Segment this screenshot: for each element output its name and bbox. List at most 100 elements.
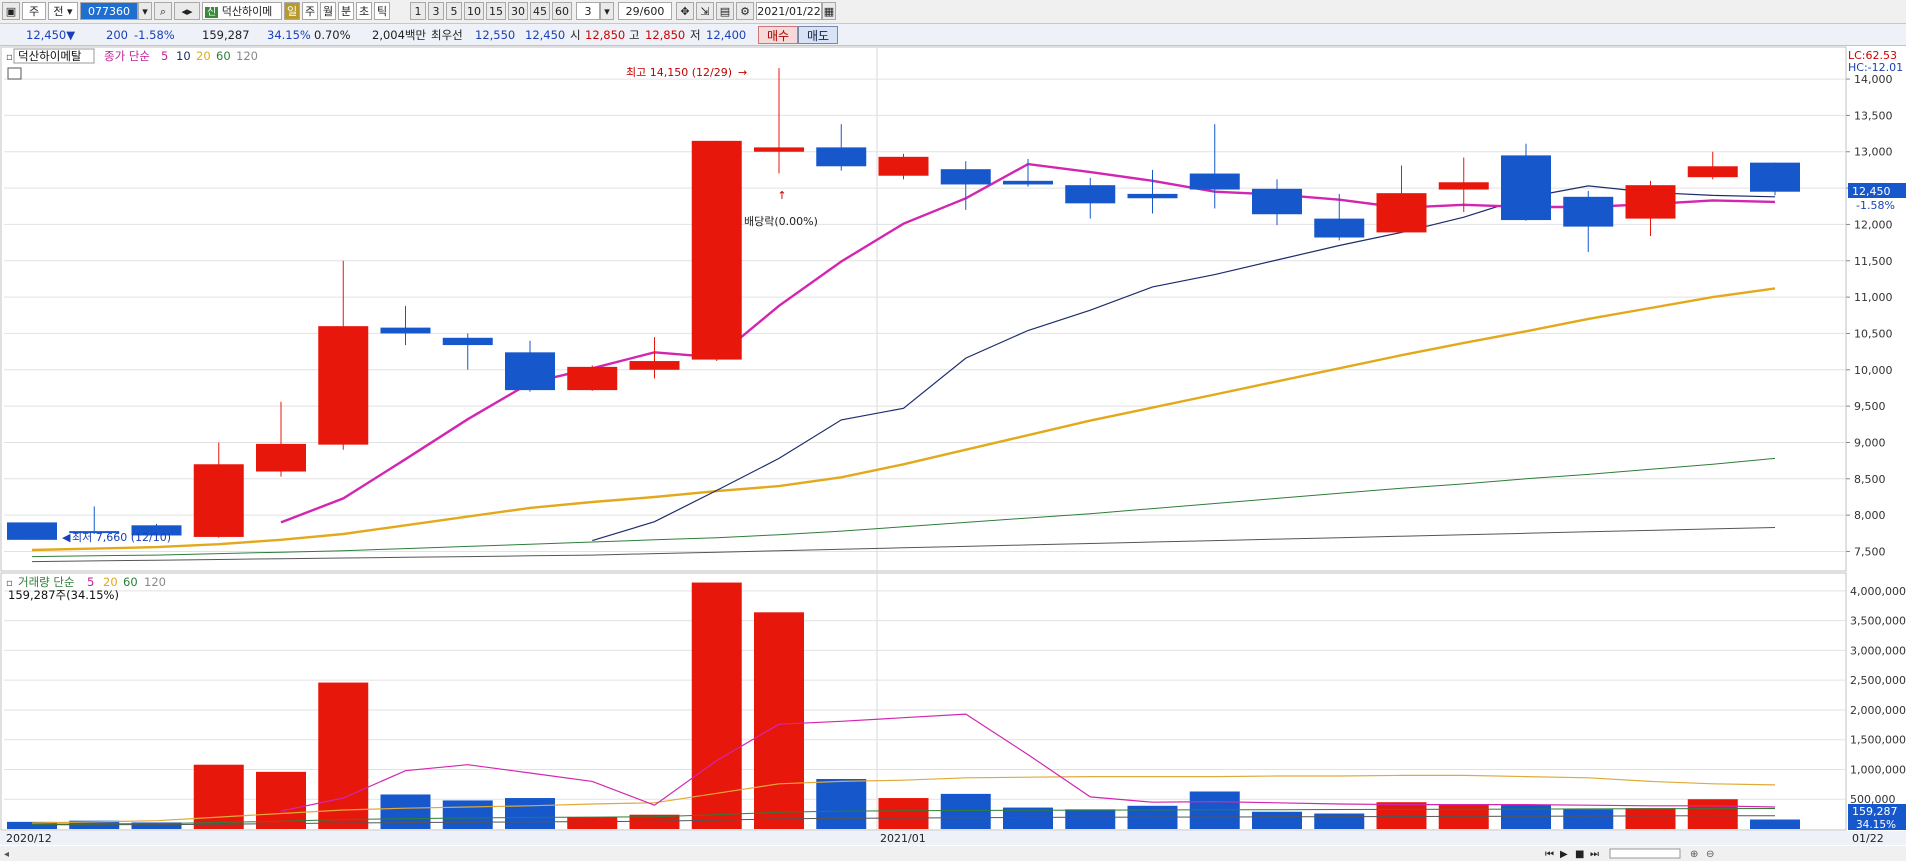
candle-body [754, 147, 804, 152]
candle [691, 140, 742, 362]
price-tick-label: 11,500 [1854, 255, 1893, 268]
volume-legend-ma5: 5 [87, 575, 94, 589]
interval-dropdown-icon[interactable]: ▾ [600, 2, 614, 20]
scroll-left-icon[interactable]: ◂ [4, 849, 9, 860]
scroll-stop-icon[interactable]: ■ [1575, 849, 1584, 860]
zoom-slider[interactable] [1609, 848, 1681, 859]
price-tick-label: 12,000 [1854, 218, 1893, 231]
candle [7, 522, 57, 540]
candle-body [1065, 185, 1116, 204]
candle [878, 153, 929, 180]
panel-toggle-icon[interactable]: ▫ [6, 52, 13, 63]
market-type-button[interactable]: 주 [22, 2, 46, 20]
volume-bar [754, 612, 804, 829]
candle-body [256, 443, 306, 472]
volume-bar [1687, 799, 1738, 829]
candle-body [1625, 185, 1676, 219]
settings-icon[interactable]: ⚙ [736, 2, 754, 20]
save-icon[interactable]: ▤ [716, 2, 734, 20]
prev-stock-icon[interactable]: ◂▸ [174, 2, 200, 20]
current-volume-label: 159,287 [1852, 805, 1898, 818]
scroll-last-icon[interactable]: ⏭ [1590, 849, 1599, 860]
volume-tick-label: 3,000,000 [1850, 644, 1906, 657]
chart-area[interactable]: ▫ 덕산하이메탈 종가 단순 5 10 20 60 120 ▫ 거래량 단순 5… [0, 46, 1906, 861]
current-price-label: 12,450 [1852, 185, 1891, 198]
open-label: 시 [570, 28, 581, 42]
interval-15-button[interactable]: 15 [486, 2, 506, 20]
high-annotation: 최고 14,150 (12/29) [626, 66, 732, 79]
interval-input[interactable]: 3 [576, 2, 600, 20]
candle-body [1750, 162, 1800, 192]
candle-body [1127, 193, 1178, 199]
candle-body [1687, 166, 1738, 178]
market-select-button[interactable]: 전 ▾ [48, 2, 78, 20]
interval-30-button[interactable]: 30 [508, 2, 528, 20]
stock-name-field[interactable]: 신 덕산하이메 [202, 2, 282, 20]
price-legend-label: 종가 단순 [104, 49, 150, 63]
volume-bar [816, 778, 867, 829]
candle-body [567, 366, 618, 391]
zoom-out-icon[interactable]: ⊖ [1706, 849, 1714, 860]
price-tick-label: 8,500 [1854, 473, 1886, 486]
volume-tick-label: 4,000,000 [1850, 585, 1906, 598]
volume-bar [567, 817, 618, 829]
low-label: 저 [690, 28, 701, 42]
buy-button[interactable]: 매수 [758, 26, 799, 44]
calendar-icon[interactable]: ▦ [822, 2, 836, 20]
date-input[interactable]: 2021/01/22 [756, 2, 822, 20]
volume-bar [1501, 804, 1551, 829]
period-month-button[interactable]: 월 [320, 2, 336, 20]
period-minute-button[interactable]: 분 [338, 2, 354, 20]
candle-body [1438, 182, 1489, 190]
candle-body [816, 147, 867, 167]
interval-1-button[interactable]: 1 [410, 2, 426, 20]
trade-amount: 2,004백만 [372, 28, 427, 42]
price-tick-label: 9,500 [1854, 400, 1886, 413]
interval-3-button[interactable]: 3 [428, 2, 444, 20]
volume-bar [442, 800, 493, 829]
candle-body [940, 169, 991, 185]
current-pct-label: -1.58% [1856, 199, 1895, 212]
market-select-label: 전 [53, 5, 64, 18]
price-tick-label: 13,500 [1854, 109, 1893, 122]
low-price: 12,400 [706, 28, 747, 42]
data-count-input[interactable]: 29/600 [618, 2, 672, 20]
volume-tick-label: 1,000,000 [1850, 763, 1906, 776]
zoom-in-icon[interactable]: ⊕ [1690, 849, 1698, 860]
stock-code-input[interactable]: 077360 [80, 2, 138, 20]
period-tick-button[interactable]: 틱 [374, 2, 390, 20]
candle-body [691, 140, 742, 360]
low-arrow-icon: ◀ [62, 531, 71, 544]
candle-body [1563, 196, 1614, 227]
price-legend-ma10: 10 [176, 49, 191, 63]
interval-45-button[interactable]: 45 [530, 2, 550, 20]
period-second-button[interactable]: 초 [356, 2, 372, 20]
volume-bar [505, 798, 555, 829]
dividend-annotation: 배당락(0.00%) [744, 215, 818, 228]
period-day-button[interactable]: 일 [284, 2, 300, 20]
high-label: 고 [629, 28, 640, 42]
interval-60-button[interactable]: 60 [552, 2, 572, 20]
price-tick-label: 8,000 [1854, 509, 1886, 522]
period-week-button[interactable]: 주 [302, 2, 318, 20]
volume-bar [318, 682, 369, 829]
sell-button[interactable]: 매도 [798, 26, 839, 44]
open-price: 12,850 [585, 28, 626, 42]
scroll-play-icon[interactable]: ▶ [1560, 849, 1568, 860]
scroll-first-icon[interactable]: ⏮ [1545, 849, 1554, 860]
code-dropdown-icon[interactable]: ▾ [138, 2, 152, 20]
interval-10-button[interactable]: 10 [464, 2, 484, 20]
price-change-pct: -1.58% [134, 28, 175, 42]
crosshair-icon[interactable]: ✥ [676, 2, 694, 20]
low-annotation: 최저 7,660 (12/10) [72, 531, 171, 544]
window-menu-icon[interactable]: ▣ [2, 2, 20, 20]
candle-body [878, 156, 929, 176]
volume-bar [940, 793, 991, 829]
volume-bar [1563, 809, 1614, 829]
chart-grid-icon[interactable] [7, 67, 22, 80]
candle-body [505, 352, 555, 391]
quote-bar: 12,450▼ 200 -1.58% 159,287 34.15% 0.70% … [0, 24, 1906, 46]
search-icon[interactable]: ⌕ [154, 2, 172, 20]
scroll-lock-icon[interactable]: ⇲ [696, 2, 714, 20]
interval-5-button[interactable]: 5 [446, 2, 462, 20]
